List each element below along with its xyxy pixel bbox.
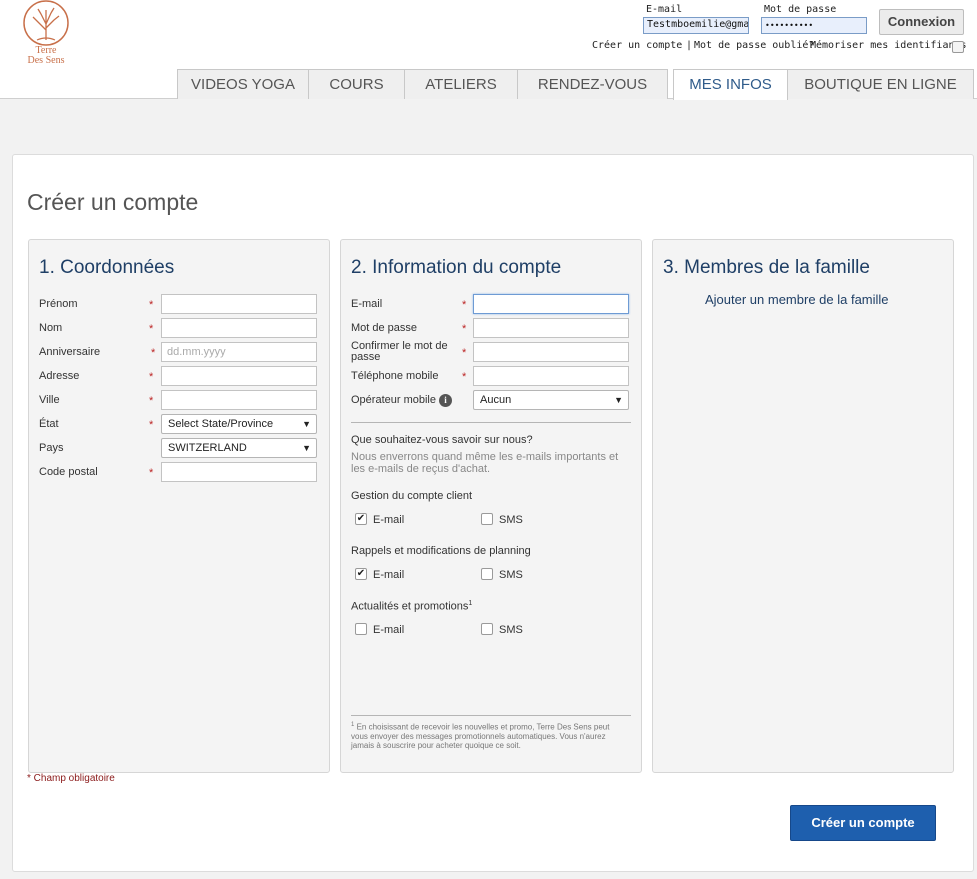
adresse-input[interactable] — [161, 366, 317, 386]
operateur-select[interactable]: Aucun ▼ — [473, 390, 629, 410]
password-input[interactable] — [473, 318, 629, 338]
label-etat: État — [39, 418, 59, 430]
tab-ateliers[interactable]: ATELIERS — [404, 69, 518, 99]
divider — [351, 422, 631, 423]
operateur-select-value: Aucun — [480, 394, 512, 406]
famille-title: 3. Membres de la famille — [663, 257, 870, 278]
rappels-sms-checkbox[interactable] — [481, 568, 493, 580]
compte-title: 2. Information du compte — [351, 257, 562, 278]
label-email: E-mail — [351, 298, 383, 310]
tab-boutique-en-ligne[interactable]: BOUTIQUE EN LIGNE — [787, 69, 974, 99]
actualites-email-checkbox[interactable] — [355, 623, 367, 635]
create-account-button[interactable]: Créer un compte — [790, 805, 936, 841]
chevron-down-icon: ▼ — [614, 395, 623, 405]
label-confirmer-mot-de-passe: Confirmer le mot de passe — [351, 340, 448, 363]
code-postal-input[interactable] — [161, 462, 317, 482]
label-adresse: Adresse — [39, 370, 80, 382]
brand-logo[interactable]: Terre Des Sens — [20, 0, 72, 72]
prenom-input[interactable] — [161, 294, 317, 314]
required-star: * — [149, 419, 154, 431]
label-operateur-mobile: Opérateur mobile — [351, 394, 436, 406]
footnote-text: En choisissant de recevoir les nouvelles… — [351, 722, 610, 750]
panel-membres-famille — [652, 239, 954, 773]
add-family-member-link[interactable]: Ajouter un membre de la famille — [705, 292, 889, 307]
required-star: * — [149, 371, 154, 383]
forgot-password-link[interactable]: Mot de passe oublié? — [694, 40, 814, 51]
ville-input[interactable] — [161, 390, 317, 410]
required-star: * — [149, 323, 154, 335]
chevron-down-icon: ▼ — [302, 419, 311, 429]
required-star: * — [151, 347, 156, 359]
pays-select[interactable]: SWITZERLAND ▼ — [161, 438, 317, 458]
page-title: Créer un compte — [27, 189, 199, 215]
required-star: * — [462, 347, 467, 359]
label-code-postal: Code postal — [39, 466, 98, 478]
label-nom: Nom — [39, 322, 63, 334]
required-star: * — [149, 299, 154, 311]
chevron-down-icon: ▼ — [302, 443, 311, 453]
rappels-sms-label: SMS — [499, 569, 523, 581]
remember-label: Mémoriser mes identifiants — [810, 40, 967, 51]
anniversaire-input[interactable]: dd.mm.yyyy — [161, 342, 317, 362]
info-icon[interactable]: i — [439, 394, 452, 407]
label-telephone-mobile: Téléphone mobile — [351, 370, 439, 382]
gestion-email-checkbox[interactable]: ✔ — [355, 513, 367, 525]
label-prenom: Prénom — [39, 298, 78, 310]
gestion-sms-label: SMS — [499, 514, 523, 526]
gestion-email-label: E-mail — [373, 514, 405, 526]
actualites-sms-label: SMS — [499, 624, 523, 636]
tab-rendez-vous[interactable]: RENDEZ-VOUS — [517, 69, 668, 99]
required-note: * Champ obligatoire — [27, 773, 115, 784]
telephone-mobile-input[interactable] — [473, 366, 629, 386]
tree-logo-icon — [23, 0, 69, 46]
footnote-marker: 1 — [351, 722, 355, 728]
login-password-input[interactable]: •••••••••• — [761, 17, 867, 34]
email-input[interactable] — [473, 294, 629, 314]
login-password-label: Mot de passe — [764, 4, 837, 15]
pays-select-value: SWITZERLAND — [168, 442, 247, 454]
link-separator: | — [686, 40, 693, 51]
tab-mes-infos[interactable]: MES INFOS — [673, 69, 788, 100]
gestion-sms-checkbox[interactable] — [481, 513, 493, 525]
remember-checkbox[interactable] — [952, 41, 964, 53]
label-ville: Ville — [39, 394, 60, 406]
divider — [351, 715, 631, 716]
prefs-note: Nous enverrons quand même les e-mails im… — [351, 451, 619, 475]
label-mot-de-passe: Mot de passe — [351, 322, 418, 334]
brand-name-line2: Des Sens — [27, 55, 65, 66]
tab-videos-yoga[interactable]: VIDEOS YOGA — [177, 69, 309, 99]
required-star: * — [462, 323, 467, 335]
label-pays: Pays — [39, 442, 64, 454]
nom-input[interactable] — [161, 318, 317, 338]
label-anniversaire: Anniversaire — [39, 346, 101, 358]
actualites-sms-checkbox[interactable] — [481, 623, 493, 635]
actualites-title-text: Actualités et promotions — [351, 600, 469, 613]
connexion-button[interactable]: Connexion — [879, 9, 964, 35]
rappels-email-label: E-mail — [373, 569, 405, 581]
footnote-sup: 1 — [468, 600, 473, 607]
create-account-link[interactable]: Créer un compte — [592, 40, 682, 51]
login-email-input[interactable]: Testmboemilie@gma — [643, 17, 749, 34]
required-star: * — [462, 371, 467, 383]
group-title-actualites: Actualités et promotions1 — [351, 600, 472, 613]
prefs-question: Que souhaitez-vous savoir sur nous? — [351, 434, 533, 446]
actualites-email-label: E-mail — [373, 624, 405, 636]
confirm-password-input[interactable] — [473, 342, 629, 362]
required-star: * — [462, 299, 467, 311]
group-title-gestion: Gestion du compte client — [351, 490, 473, 502]
rappels-email-checkbox[interactable]: ✔ — [355, 568, 367, 580]
tab-cours[interactable]: COURS — [308, 69, 405, 99]
required-star: * — [149, 395, 154, 407]
required-star: * — [149, 467, 154, 479]
group-title-rappels: Rappels et modifications de planning — [351, 545, 531, 557]
etat-select[interactable]: Select State/Province ▼ — [161, 414, 317, 434]
etat-select-value: Select State/Province — [168, 418, 274, 430]
footnote: 1 En choisissant de recevoir les nouvell… — [351, 721, 621, 750]
login-email-label: E-mail — [646, 4, 683, 15]
coordonnees-title: 1. Coordonnées — [39, 257, 175, 278]
